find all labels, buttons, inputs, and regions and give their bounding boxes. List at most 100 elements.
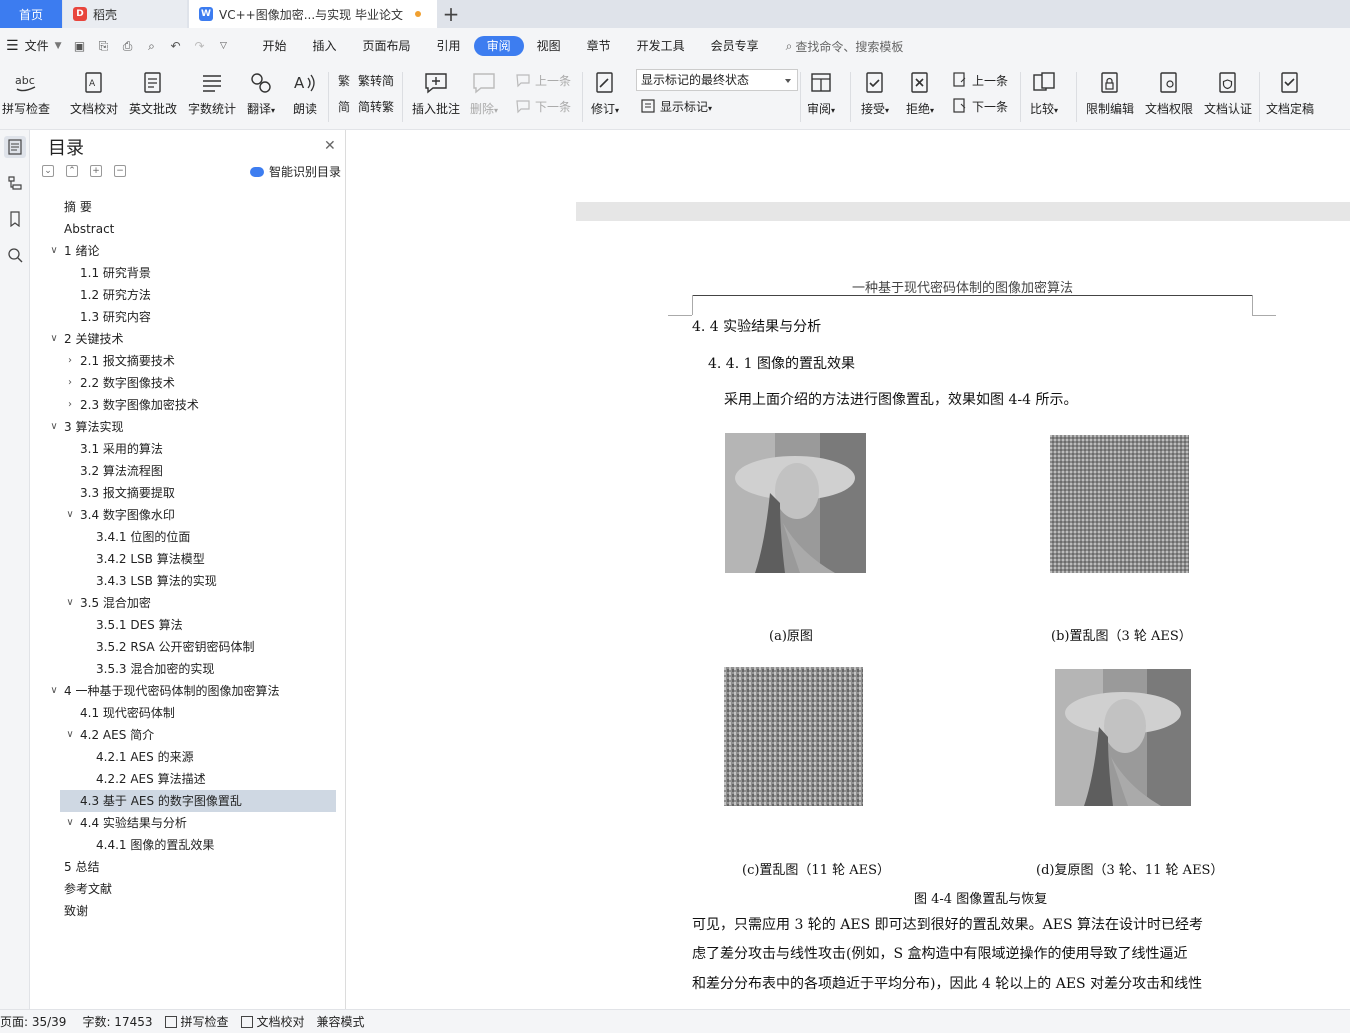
spell-check-button[interactable]: abc 拼写检查 [2,68,50,126]
toc-item[interactable]: 参考文献 [36,878,336,900]
toc-item[interactable]: ∨ 3.4 数字图像水印 [36,504,336,526]
toc-item[interactable]: › 2.2 数字图像技术 [36,372,336,394]
next-change-button[interactable]: 下一条 [952,95,1008,117]
insert-comment-button[interactable]: 插入批注 [412,68,460,126]
chevron-down-icon[interactable]: ∨ [48,680,60,702]
remove-heading-icon[interactable]: − [114,165,126,177]
toc-item[interactable]: 3.2 算法流程图 [36,460,336,482]
chevron-down-icon[interactable]: ∨ [64,592,76,614]
compare-button[interactable]: 比较▾ [1030,68,1058,126]
word-count-indicator[interactable]: 字数: 17453 [82,1013,152,1030]
toc-item[interactable]: ∨ 4 一种基于现代密码体制的图像加密算法 [36,680,336,702]
prev-comment-button[interactable]: 上一条 [515,69,571,91]
chevron-right-icon[interactable]: › [64,350,76,372]
navigation-icon[interactable] [4,172,26,194]
toc-item[interactable]: › 2.1 报文摘要技术 [36,350,336,372]
chevron-down-icon[interactable]: ∨ [64,724,76,746]
expand-up-icon[interactable]: ⌃ [66,165,78,177]
toc-item[interactable]: ∨ 3 算法实现 [36,416,336,438]
read-aloud-button[interactable]: A 朗读 [292,68,318,126]
collapse-all-icon[interactable]: ⌄ [42,165,54,177]
word-count-button[interactable]: 字数统计 [188,68,236,126]
tab-document[interactable]: W VC++图像加密...与实现 毕业论文 [189,0,437,28]
toc-item[interactable]: 3.5.2 RSA 公开密钥密码体制 [36,636,336,658]
ribbon-tab-8[interactable]: 会员专享 [698,36,772,56]
revise-button[interactable]: 修订▾ [591,68,619,126]
toc-item[interactable]: 4.2.2 AES 算法描述 [36,768,336,790]
toc-item[interactable]: 3.4.3 LSB 算法的实现 [36,570,336,592]
export-icon[interactable]: ⎘ [96,39,112,53]
command-search[interactable]: ⌕ 查找命令、搜索模板 [786,38,904,55]
undo-icon[interactable]: ↶ [168,39,184,53]
ribbon-tab-4[interactable]: 审阅 [473,36,524,56]
redo-icon[interactable]: ↷ [192,39,208,53]
to-simplified-button[interactable]: 简 简转繁 [338,95,394,117]
smart-toc-button[interactable]: 智能识别目录 [250,163,341,180]
delete-comment-button[interactable]: 删除▾ [470,68,498,126]
restrict-edit-button[interactable]: 限制编辑 [1086,68,1134,126]
new-tab-plus-icon[interactable]: + [437,0,465,28]
doc-proofread-button[interactable]: A 文档校对 [70,68,118,126]
toc-item[interactable]: 1.2 研究方法 [36,284,336,306]
toc-item[interactable]: 4.1 现代密码体制 [36,702,336,724]
prev-change-button[interactable]: 上一条 [952,69,1008,91]
toc-item[interactable]: 5 总结 [36,856,336,878]
toc-item[interactable]: 4.4.1 图像的置乱效果 [36,834,336,856]
tab-daoke[interactable]: D 稻壳 [63,0,187,28]
english-review-button[interactable]: 英文批改 [129,68,177,126]
add-heading-icon[interactable]: + [90,165,102,177]
chevron-down-icon[interactable]: ∨ [48,328,60,350]
chevron-down-icon[interactable]: ∨ [48,240,60,262]
toc-item[interactable]: 4.2.1 AES 的来源 [36,746,336,768]
toc-item[interactable]: ∨ 4.2 AES 简介 [36,724,336,746]
ribbon-tab-2[interactable]: 页面布局 [350,36,424,56]
show-markup-button[interactable]: 显示标记▾ [640,95,712,117]
status-spell-check[interactable]: 拼写检查 [164,1013,229,1030]
review-pane-button[interactable]: 审阅▾ [807,68,835,126]
toc-item[interactable]: 3.1 采用的算法 [36,438,336,460]
customize-chevron-icon[interactable]: ▽ [216,39,232,53]
toc-item[interactable]: 3.5.3 混合加密的实现 [36,658,336,680]
ribbon-tab-5[interactable]: 视图 [524,36,574,56]
toc-item[interactable]: 3.4.2 LSB 算法模型 [36,548,336,570]
translate-button[interactable]: 翻译▾ [247,68,275,126]
print-preview-icon[interactable]: ⌕ [144,39,160,53]
status-proofread[interactable]: 文档校对 [240,1013,305,1030]
toc-item[interactable]: 3.3 报文摘要提取 [36,482,336,504]
chevron-right-icon[interactable]: › [64,372,76,394]
chevron-down-icon[interactable]: ∨ [64,812,76,834]
toc-item[interactable]: 1.1 研究背景 [36,262,336,284]
toc-item[interactable]: ∨ 3.5 混合加密 [36,592,336,614]
file-menu[interactable]: ☰ 文件 ▼ [0,36,68,56]
toc-item[interactable]: 3.4.1 位图的位面 [36,526,336,548]
search-icon[interactable] [4,244,26,266]
doc-permission-button[interactable]: 文档权限 [1145,68,1193,126]
chevron-right-icon[interactable]: › [64,394,76,416]
toc-item[interactable]: 4.3 基于 AES 的数字图像置乱 [60,790,336,812]
bookmark-icon[interactable] [4,208,26,230]
close-icon[interactable]: ✕ [324,138,336,154]
save-icon[interactable]: ▣ [72,39,88,53]
doc-finalize-button[interactable]: 文档定稿 [1266,68,1314,126]
chevron-down-icon[interactable]: ∨ [48,416,60,438]
to-traditional-button[interactable]: 繁 繁转简 [338,69,394,91]
toc-item[interactable]: 致谢 [36,900,336,922]
ribbon-tab-1[interactable]: 插入 [300,36,350,56]
print-icon[interactable]: ⎙ [120,39,136,53]
toc-item[interactable]: 3.5.1 DES 算法 [36,614,336,636]
ribbon-tab-6[interactable]: 章节 [574,36,624,56]
doc-certify-button[interactable]: 文档认证 [1204,68,1252,126]
chevron-down-icon[interactable]: ∨ [64,504,76,526]
toc-item[interactable]: ∨ 4.4 实验结果与分析 [36,812,336,834]
accept-button[interactable]: 接受▾ [861,68,889,126]
ribbon-tab-3[interactable]: 引用 [424,36,474,56]
toc-item[interactable]: 摘 要 [36,196,336,218]
next-comment-button[interactable]: 下一条 [515,95,571,117]
page-indicator[interactable]: 页面: 35/39 [0,1013,66,1030]
toc-panel-icon[interactable] [4,136,26,158]
toc-item[interactable]: Abstract [36,218,336,240]
ribbon-tab-7[interactable]: 开发工具 [624,36,698,56]
tab-home[interactable]: 首页 [0,0,62,28]
toc-item[interactable]: › 2.3 数字图像加密技术 [36,394,336,416]
toc-item[interactable]: ∨ 2 关键技术 [36,328,336,350]
